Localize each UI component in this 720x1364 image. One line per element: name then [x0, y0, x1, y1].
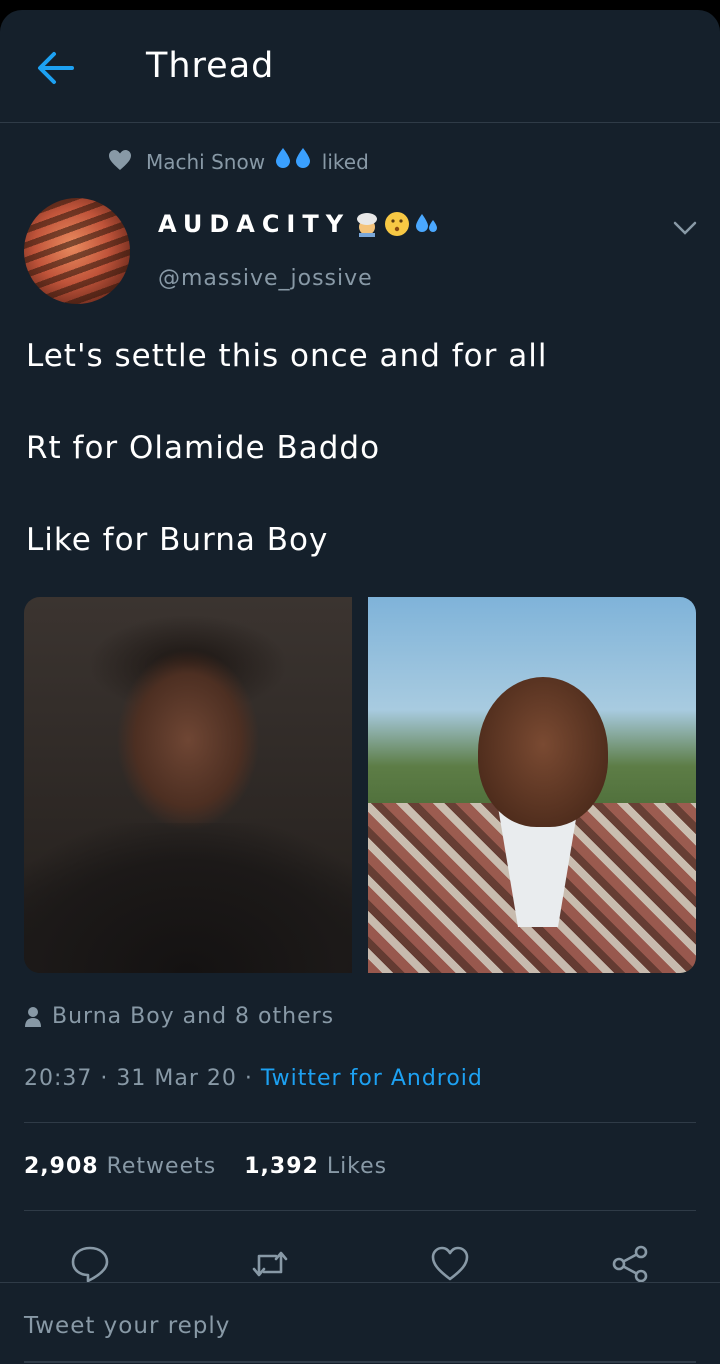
display-name-emojis: [354, 211, 440, 237]
user-handle[interactable]: @massive_jossive: [158, 266, 373, 291]
avatar[interactable]: [24, 198, 130, 304]
likes-count: 1,392: [244, 1154, 319, 1179]
retweets-count: 2,908: [24, 1154, 99, 1179]
divider: [24, 1122, 696, 1123]
sweat-droplets-emoji: [416, 214, 438, 232]
droplet-icon: [296, 147, 311, 168]
engagement-stats: 2,908 Retweets 1,392 Likes: [24, 1154, 387, 1179]
media-photo-right[interactable]: [368, 597, 696, 973]
divider: [24, 1210, 696, 1211]
tweet-media: [24, 597, 696, 973]
tweet-meta: 20:37 · 31 Mar 20 · Twitter for Android: [24, 1066, 483, 1091]
droplet-emojis: [275, 147, 311, 169]
share-icon[interactable]: [610, 1244, 650, 1284]
tweet-text-line: Let's settle this once and for all: [26, 338, 548, 374]
like-icon[interactable]: [430, 1244, 470, 1284]
social-context[interactable]: Machi Snow liked: [108, 146, 369, 174]
person-wearing-turban-emoji: [357, 213, 378, 237]
tweet-text-line: Like for Burna Boy: [26, 522, 329, 558]
top-bar: Thread: [0, 10, 720, 123]
person-icon: [25, 1006, 41, 1027]
kissing-face-emoji: [385, 212, 410, 236]
likes-stat[interactable]: 1,392 Likes: [244, 1154, 387, 1179]
display-name-text: AUDACITY: [158, 210, 351, 238]
liked-by-text: Burna Boy and 8 others: [52, 1004, 335, 1029]
thread-screen: Thread Machi Snow liked AUDACITY @massiv…: [0, 10, 720, 1364]
reply-bar: Tweet your reply: [0, 1282, 720, 1364]
tweet-actions: [0, 1244, 720, 1284]
retweet-icon[interactable]: [250, 1244, 290, 1284]
media-photo-left[interactable]: [24, 597, 352, 973]
reply-icon[interactable]: [70, 1244, 110, 1284]
chevron-down-icon[interactable]: [672, 218, 698, 238]
droplet-icon: [276, 147, 291, 168]
arrow-left-icon[interactable]: [36, 50, 76, 86]
tweet-time: 20:37: [24, 1066, 93, 1091]
liked-by-row[interactable]: Burna Boy and 8 others: [24, 1004, 334, 1029]
heart-icon: [109, 150, 131, 170]
page-title: Thread: [146, 46, 275, 86]
likes-label: Likes: [326, 1154, 388, 1179]
display-name[interactable]: AUDACITY: [158, 210, 440, 238]
social-context-user: Machi Snow: [146, 149, 266, 174]
tweet-text-line: Rt for Olamide Baddo: [26, 430, 381, 466]
retweets-stat[interactable]: 2,908 Retweets: [24, 1154, 216, 1179]
social-context-action: liked: [321, 149, 369, 174]
retweets-label: Retweets: [106, 1154, 217, 1179]
reply-input[interactable]: Tweet your reply: [24, 1313, 230, 1339]
tweet-date: 31 Mar 20: [116, 1066, 237, 1091]
reply-underline: [24, 1361, 696, 1363]
tweet-source[interactable]: Twitter for Android: [261, 1066, 483, 1091]
